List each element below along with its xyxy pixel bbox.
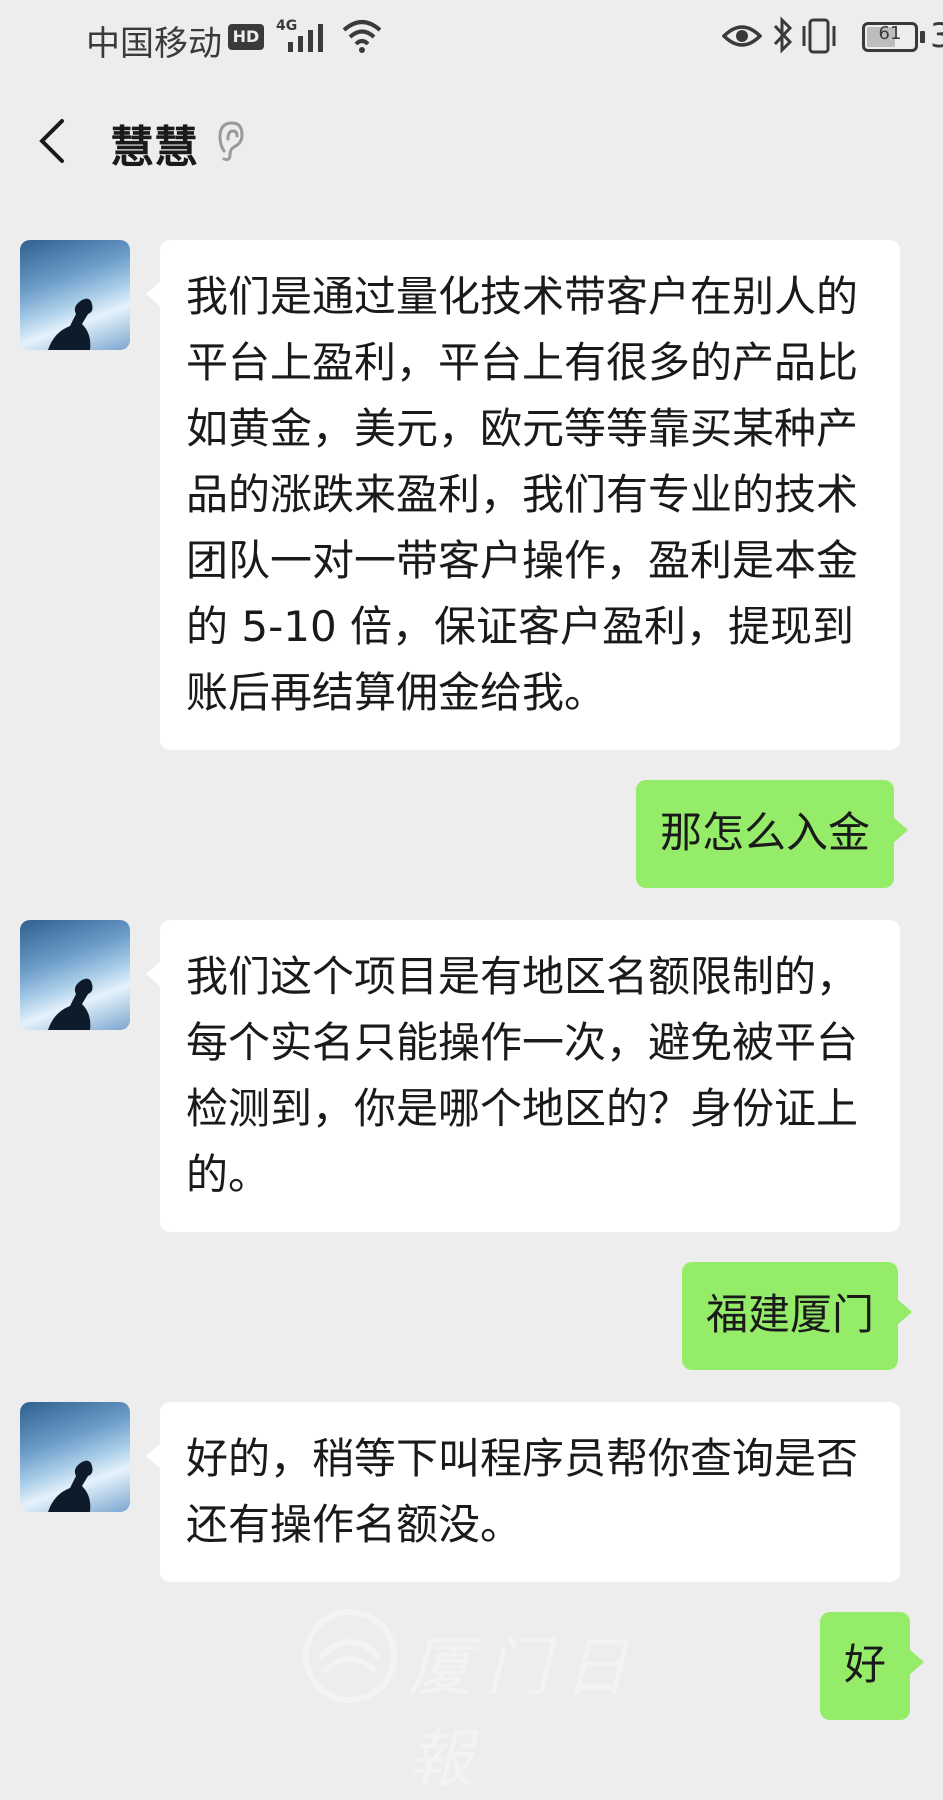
status-bar: 中国移动 HD 4G 61 3	[0, 0, 943, 75]
clock-partial: 3	[930, 16, 943, 56]
message-bubble-incoming[interactable]: 我们这个项目是有地区名额限制的，每个实名只能操作一次，避免被平台检测到，你是哪个…	[146, 920, 900, 1232]
bluetooth-icon	[773, 16, 793, 54]
hd-badge: HD	[228, 24, 264, 50]
battery-tip	[920, 31, 925, 43]
watermark-text: 厦门日報	[408, 1631, 642, 1797]
person-silhouette-icon	[48, 1460, 93, 1512]
battery-percent: 61	[878, 23, 902, 44]
message-text: 我们是通过量化技术带客户在别人的平台上盈利，平台上有很多的产品比如黄金，美元，欧…	[186, 272, 859, 717]
person-silhouette-icon	[48, 298, 93, 350]
eye-comfort-icon	[722, 25, 762, 47]
chat-header: 慧慧	[0, 75, 943, 203]
message-bubble-incoming[interactable]: 好的，稍等下叫程序员帮你查询是否还有操作名额没。	[146, 1402, 900, 1582]
message-text: 我们这个项目是有地区名额限制的，每个实名只能操作一次，避免被平台检测到，你是哪个…	[186, 952, 859, 1199]
message-text: 福建厦门	[706, 1290, 875, 1339]
newspaper-logo-icon	[303, 1609, 397, 1703]
message-bubble-incoming[interactable]: 我们是通过量化技术带客户在别人的平台上盈利，平台上有很多的产品比如黄金，美元，欧…	[146, 240, 900, 750]
message-text: 那怎么入金	[660, 808, 871, 857]
person-silhouette-icon	[48, 978, 93, 1030]
back-arrow-icon[interactable]	[36, 117, 68, 165]
contact-avatar[interactable]	[20, 920, 130, 1030]
contact-avatar[interactable]	[20, 1402, 130, 1512]
message-bubble-outgoing[interactable]: 福建厦门	[682, 1262, 913, 1370]
vibrate-icon	[802, 18, 836, 54]
contact-name[interactable]: 慧慧	[110, 111, 198, 175]
wifi-icon	[342, 20, 382, 53]
ear-icon	[218, 121, 244, 161]
message-text: 好	[844, 1640, 887, 1689]
newspaper-watermark: 厦门日報	[300, 1606, 710, 1797]
contact-avatar[interactable]	[20, 240, 130, 350]
signal-icon	[288, 24, 323, 52]
message-bubble-outgoing[interactable]: 好	[820, 1612, 925, 1720]
battery-icon: 61	[862, 22, 918, 52]
message-bubble-outgoing[interactable]: 那怎么入金	[636, 780, 909, 888]
carrier-label: 中国移动	[86, 24, 222, 64]
message-text: 好的，稍等下叫程序员帮你查询是否还有操作名额没。	[186, 1434, 859, 1549]
